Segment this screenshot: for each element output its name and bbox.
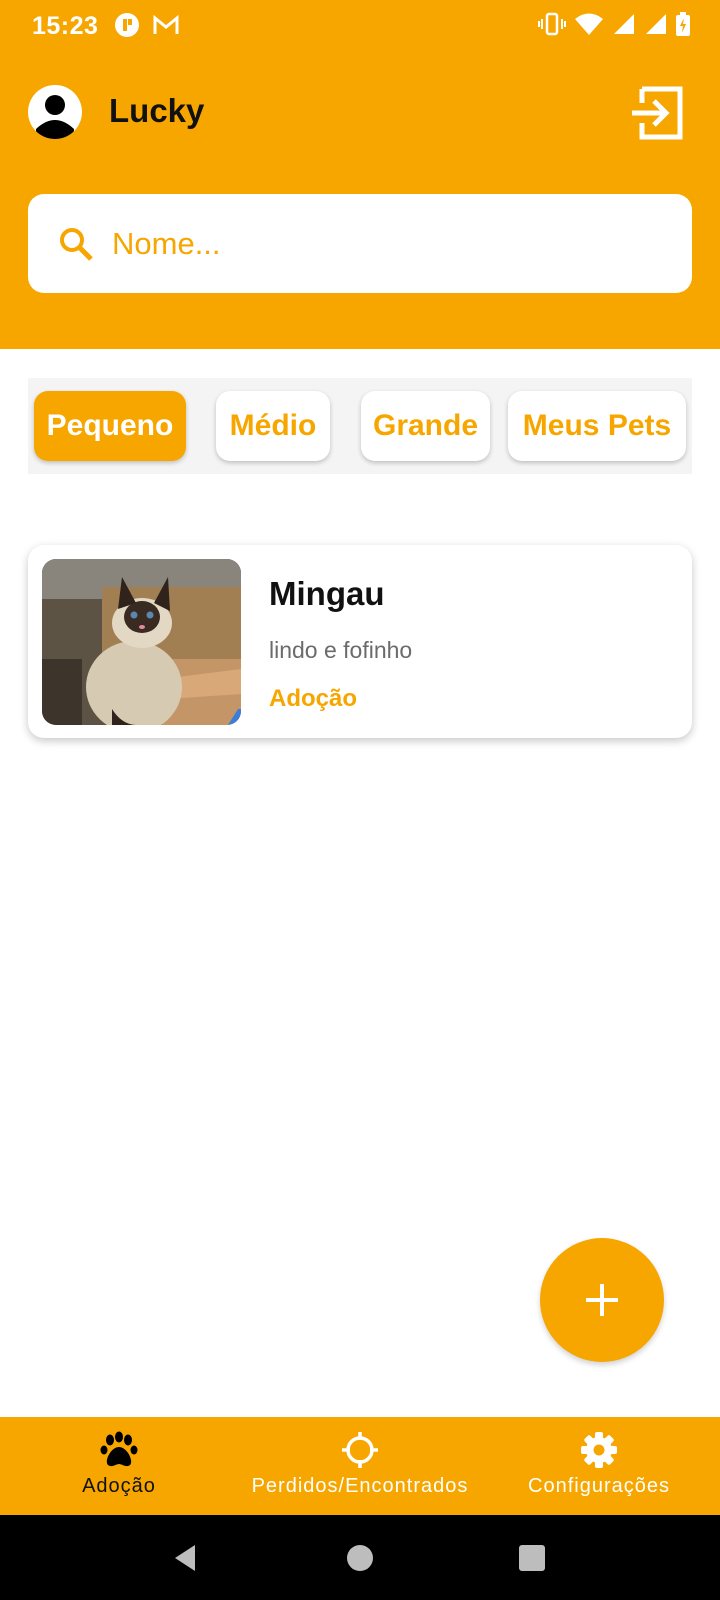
filter-chip-medio[interactable]: Médio [216, 391, 330, 461]
bottom-navigation: Adoção Perdidos/Encontrados Configuraçõe… [0, 1417, 720, 1515]
search-icon [60, 228, 93, 261]
nav-label-perdidos-encontrados: Perdidos/Encontrados [251, 1475, 469, 1497]
search-bar [28, 194, 692, 293]
home-icon [347, 1544, 373, 1571]
gmail-icon [153, 14, 179, 34]
filter-chip-meus-pets[interactable]: Meus Pets [508, 391, 686, 461]
signal-icon-2 [646, 14, 666, 34]
pet-description: lindo e fofinho [269, 637, 413, 663]
gear-icon [581, 1432, 617, 1468]
crosshair-icon [342, 1432, 378, 1468]
home-button[interactable] [320, 1515, 400, 1600]
signal-icon [614, 14, 634, 34]
nav-item-configuracoes[interactable]: Configurações [514, 1417, 684, 1515]
search-input[interactable] [112, 194, 672, 293]
back-button[interactable] [145, 1515, 225, 1600]
avatar[interactable] [28, 85, 82, 139]
battery-icon [676, 12, 690, 36]
app-notification-icon [115, 13, 139, 37]
filter-chip-grande[interactable]: Grande [361, 391, 490, 461]
pet-photo [42, 559, 241, 725]
status-bar: 15:23 [0, 0, 720, 52]
app-header: 15:23 Lucky Nome... [0, 0, 720, 349]
nav-label-adocao: Adoção [82, 1475, 156, 1497]
add-pet-button[interactable] [540, 1238, 664, 1362]
nav-item-perdidos-encontrados[interactable]: Perdidos/Encontrados [234, 1417, 486, 1515]
recents-button[interactable] [492, 1515, 572, 1600]
nav-label-configuracoes: Configurações [528, 1475, 670, 1497]
logout-button[interactable] [626, 85, 686, 141]
vibrate-icon [538, 12, 566, 36]
size-filter-tabs: Pequeno Médio Grande Meus Pets [28, 378, 692, 474]
plus-icon [586, 1284, 618, 1316]
paw-icon [100, 1431, 138, 1467]
back-icon [175, 1544, 195, 1571]
pet-status: Adoção [269, 685, 358, 712]
system-navigation-bar [0, 1515, 720, 1600]
logout-icon [632, 86, 683, 140]
filter-chip-pequeno[interactable]: Pequeno [34, 391, 186, 461]
user-icon [36, 95, 74, 139]
status-time: 15:23 [32, 12, 99, 40]
user-name: Lucky [109, 92, 205, 129]
recents-icon [519, 1544, 545, 1571]
pet-card[interactable]: Mingau lindo e fofinho Adoção [28, 545, 692, 738]
nav-item-adocao[interactable]: Adoção [60, 1417, 178, 1515]
pet-name: Mingau [269, 575, 385, 612]
wifi-icon [575, 13, 603, 35]
